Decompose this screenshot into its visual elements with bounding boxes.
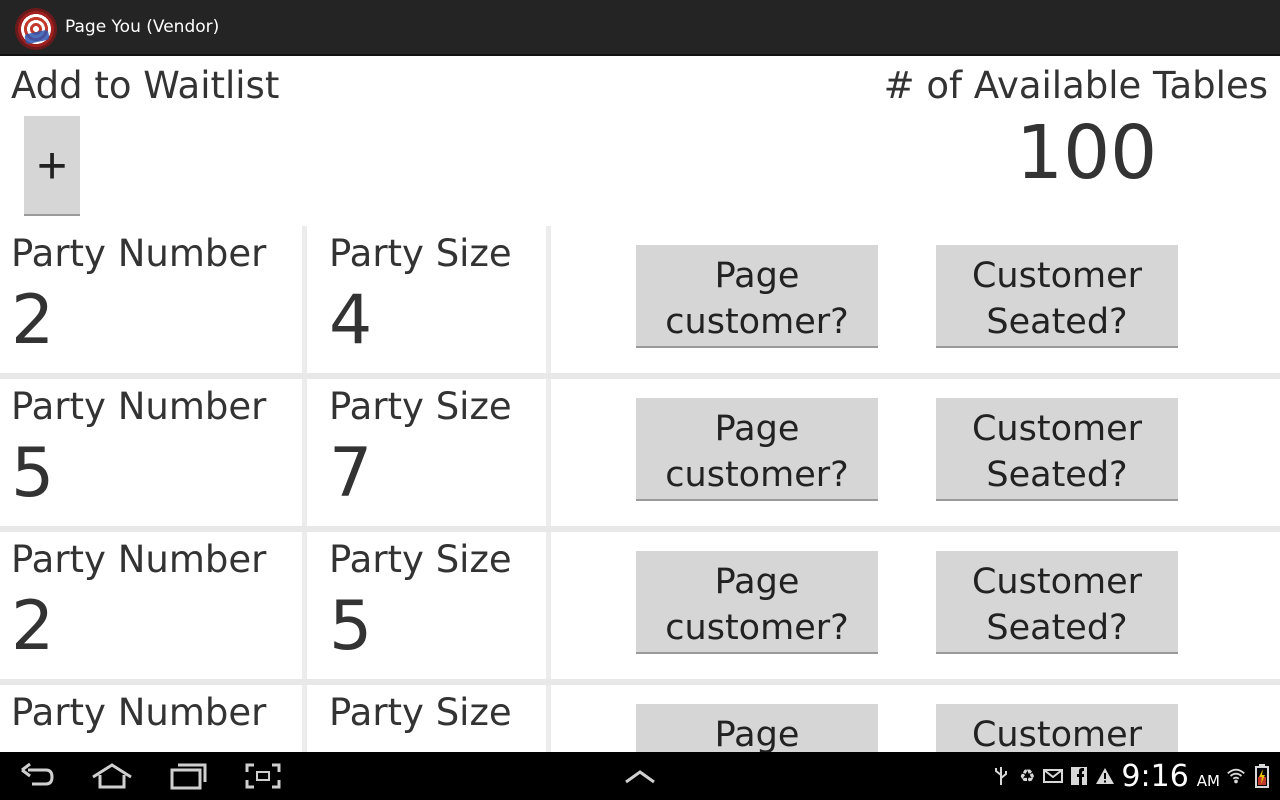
party-number-label: Party Number xyxy=(11,232,267,275)
available-tables-count: 100 xyxy=(1016,110,1158,196)
customer-seated-button[interactable]: Customer Seated? xyxy=(936,245,1178,348)
page-customer-button[interactable]: Page customer? xyxy=(636,398,878,501)
system-nav-bar: ♻ 9:16 AM xyxy=(0,752,1280,800)
wifi-icon xyxy=(1226,764,1246,788)
chevron-up-icon[interactable] xyxy=(618,760,662,792)
list-item: Party Number 2 Party Size 5 Page customer? Cu… xyxy=(0,532,1280,679)
customer-seated-button[interactable]: Customer Seated? xyxy=(936,704,1178,752)
party-number-value: 2 xyxy=(11,281,55,360)
party-size-value: 5 xyxy=(329,587,373,666)
facebook-icon xyxy=(1069,764,1089,788)
party-number-value: 2 xyxy=(11,587,55,666)
usb-icon xyxy=(991,764,1011,788)
recent-apps-icon[interactable] xyxy=(166,760,210,792)
party-number-label: Party Number xyxy=(11,538,267,581)
available-tables-label: # of Available Tables xyxy=(883,64,1268,107)
app-logo-icon[interactable] xyxy=(15,8,57,50)
home-icon[interactable] xyxy=(90,760,134,792)
party-size-label: Party Size xyxy=(329,385,512,428)
customer-seated-button[interactable]: Customer Seated? xyxy=(936,398,1178,501)
warning-icon xyxy=(1095,764,1115,788)
customer-seated-button[interactable]: Customer Seated? xyxy=(936,551,1178,654)
page-customer-button[interactable]: Page customer? xyxy=(636,551,878,654)
recycle-icon: ♻ xyxy=(1019,765,1036,787)
column-divider xyxy=(546,685,551,752)
waitlist[interactable]: Party Number 2 Party Size 4 Page customer? Cu… xyxy=(0,226,1280,752)
back-icon[interactable] xyxy=(16,760,60,792)
add-to-waitlist-button[interactable]: + xyxy=(24,116,80,216)
battery-icon xyxy=(1252,764,1272,788)
party-size-value: 7 xyxy=(329,434,373,513)
party-size-label: Party Size xyxy=(329,691,512,734)
party-number-label: Party Number xyxy=(11,691,267,734)
party-number-value: 5 xyxy=(11,434,55,513)
column-divider xyxy=(302,226,307,373)
clock-time: 9:16 xyxy=(1121,758,1189,794)
column-divider xyxy=(302,532,307,679)
column-divider xyxy=(546,379,551,526)
page-customer-button[interactable]: Page customer? xyxy=(636,704,878,752)
status-area: ♻ 9:16 AM xyxy=(991,758,1272,794)
list-item: Party Number Party Size Page customer? Cust… xyxy=(0,685,1280,752)
column-divider xyxy=(546,532,551,679)
party-number-label: Party Number xyxy=(11,385,267,428)
app-title: Page You (Vendor) xyxy=(65,17,220,37)
party-size-label: Party Size xyxy=(329,538,512,581)
list-item: Party Number 2 Party Size 4 Page customer? Cu… xyxy=(0,226,1280,373)
add-to-waitlist-label: Add to Waitlist xyxy=(11,64,280,107)
column-divider xyxy=(546,226,551,373)
email-icon xyxy=(1043,764,1064,788)
clock-ampm: AM xyxy=(1196,772,1220,790)
column-divider xyxy=(302,685,307,752)
list-item: Party Number 5 Party Size 7 Page customer? Cu… xyxy=(0,379,1280,526)
action-bar: Page You (Vendor) xyxy=(0,0,1280,56)
column-divider xyxy=(302,379,307,526)
party-size-value: 4 xyxy=(329,281,373,360)
screenshot-icon[interactable] xyxy=(241,760,285,792)
party-size-label: Party Size xyxy=(329,232,512,275)
page-customer-button[interactable]: Page customer? xyxy=(636,245,878,348)
